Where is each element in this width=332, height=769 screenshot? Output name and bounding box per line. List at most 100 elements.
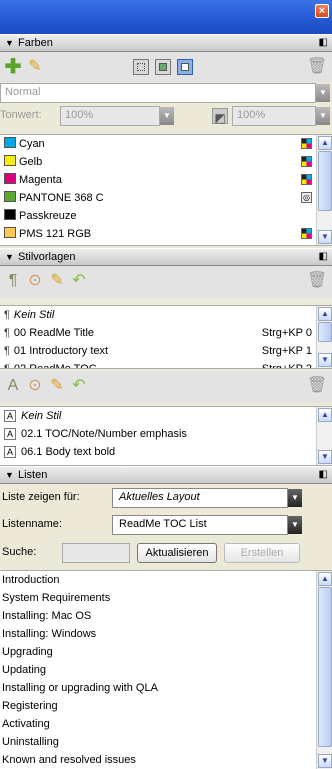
scroll-up-icon[interactable]: ▲ — [318, 136, 332, 150]
list-item[interactable]: Introduction — [0, 571, 332, 589]
paragraph-style-row[interactable]: ¶ 01 Introductory text Strg+KP 1 — [0, 342, 332, 360]
panel-menu-icon[interactable]: ◧ — [319, 37, 328, 48]
color-swatch-list: Cyan Gelb Magenta PANTONE 368 C ◎ Passkreuze P… — [0, 134, 332, 246]
edit-style-icon[interactable]: ✎ — [48, 377, 66, 395]
list-item[interactable]: Installing or upgrading with QLA — [0, 679, 332, 697]
character-style-row[interactable]: A Kein Stil — [0, 407, 332, 425]
paragraph-style-row[interactable]: ¶ 02 ReadMe TOC Strg+KP 2 — [0, 360, 332, 369]
listen-panel-header[interactable]: ▼ Listen ◧ — [0, 466, 332, 484]
character-styles-toolbar: A ⊙ ✎ ↶ 🗑 — [0, 371, 332, 403]
close-button[interactable]: × — [315, 4, 329, 18]
show-for-dropdown-button[interactable]: ▼ — [288, 489, 302, 507]
style-name: 02.1 TOC/Note/Number emphasis — [21, 428, 187, 440]
color-list-scrollbar[interactable]: ▲ ▼ — [316, 135, 332, 245]
scroll-thumb[interactable] — [318, 587, 332, 747]
gradient-icon[interactable]: ◩ — [212, 108, 228, 125]
scroll-thumb[interactable] — [318, 322, 332, 342]
search-input[interactable] — [62, 543, 130, 563]
apply-style-icon[interactable]: ↶ — [70, 272, 88, 290]
color-chip — [4, 191, 16, 202]
character-style-icon: A — [4, 446, 16, 458]
frame-mode-icon[interactable] — [133, 59, 149, 75]
paragraph-icon: ¶ — [4, 309, 10, 321]
scroll-down-icon[interactable]: ▼ — [318, 353, 332, 367]
list-item[interactable]: Registering — [0, 697, 332, 715]
paragraph-style-row[interactable]: ¶ Kein Stil — [0, 306, 332, 324]
edit-style-icon[interactable]: ✎ — [48, 272, 66, 290]
trash-icon[interactable]: 🗑 — [307, 58, 327, 76]
farben-panel-header[interactable]: ▼ Farben ◧ — [0, 34, 332, 52]
list-item[interactable]: Updating — [0, 661, 332, 679]
collapse-arrow-icon[interactable]: ▼ — [5, 38, 14, 48]
duplicate-style-icon[interactable]: ⊙ — [26, 377, 44, 395]
swatch-name: Gelb — [19, 156, 43, 168]
swatch-row[interactable]: PANTONE 368 C ◎ — [0, 189, 332, 207]
character-styles-list: A Kein Stil A 02.1 TOC/Note/Number emphasis… — [0, 406, 332, 466]
swatch-name: Cyan — [19, 138, 45, 150]
swatch-row[interactable]: Passkreuze — [0, 207, 332, 225]
normal-dropdown-button[interactable]: ▼ — [316, 84, 330, 102]
list-item[interactable]: Upgrading — [0, 643, 332, 661]
new-character-style-icon[interactable]: A — [4, 377, 22, 395]
trash-icon[interactable]: 🗑 — [307, 377, 327, 395]
normal-field[interactable]: Normal — [0, 83, 316, 103]
scroll-up-icon[interactable]: ▲ — [318, 408, 332, 422]
character-style-icon: A — [4, 428, 16, 440]
character-style-row[interactable]: A 06.1 Body text bold — [0, 443, 332, 461]
list-item[interactable]: Installing: Mac OS — [0, 607, 332, 625]
panel-menu-icon[interactable]: ◧ — [319, 251, 328, 262]
list-item[interactable]: Activating — [0, 715, 332, 733]
text-mode-icon[interactable] — [177, 59, 193, 75]
scroll-down-icon[interactable]: ▼ — [318, 230, 332, 244]
cmyk-icon — [301, 138, 312, 149]
tonwert-dropdown-button[interactable]: ▼ — [160, 107, 174, 125]
scroll-thumb[interactable] — [318, 151, 332, 211]
character-style-row[interactable]: A 02.1 TOC/Note/Number emphasis — [0, 425, 332, 443]
character-list-scrollbar[interactable]: ▲ ▼ — [316, 407, 332, 465]
second-value-dropdown-button[interactable]: ▼ — [316, 107, 330, 125]
list-name-dropdown-button[interactable]: ▼ — [288, 516, 302, 534]
swatch-name: Passkreuze — [19, 210, 77, 222]
toc-list-scrollbar[interactable]: ▲ ▼ — [316, 571, 332, 769]
scroll-up-icon[interactable]: ▲ — [318, 307, 332, 321]
apply-style-icon[interactable]: ↶ — [70, 377, 88, 395]
trash-icon[interactable]: 🗑 — [307, 272, 327, 290]
update-button[interactable]: Aktualisieren — [137, 543, 217, 563]
paragraph-style-row[interactable]: ¶ 00 ReadMe Title Strg+KP 0 — [0, 324, 332, 342]
cmyk-icon — [301, 156, 312, 167]
new-color-icon[interactable]: ✚ — [4, 57, 22, 77]
palette-titlebar: × — [0, 0, 332, 34]
spot-color-icon: ◎ — [301, 192, 312, 203]
scroll-down-icon[interactable]: ▼ — [318, 754, 332, 768]
content-mode-icon[interactable] — [155, 59, 171, 75]
panel-menu-icon[interactable]: ◧ — [319, 469, 328, 480]
scroll-up-icon[interactable]: ▲ — [318, 572, 332, 586]
swatch-row[interactable]: PMS 121 RGB — [0, 225, 332, 242]
stilvorlagen-panel-header[interactable]: ▼ Stilvorlagen ◧ — [0, 248, 332, 266]
list-item[interactable]: Uninstalling — [0, 733, 332, 751]
create-button[interactable]: Erstellen — [224, 543, 300, 563]
list-item[interactable]: System Requirements — [0, 589, 332, 607]
new-paragraph-style-icon[interactable]: ¶ — [4, 272, 22, 290]
shortcut: Strg+KP 0 — [261, 327, 312, 339]
tonwert-field[interactable]: 100% — [60, 106, 160, 126]
list-name-select[interactable]: ReadMe TOC List — [112, 515, 288, 535]
swatch-name: Magenta — [19, 174, 62, 186]
duplicate-style-icon[interactable]: ⊙ — [26, 272, 44, 290]
color-chip — [4, 227, 16, 238]
show-for-select[interactable]: Aktuelles Layout — [112, 488, 288, 508]
collapse-arrow-icon[interactable]: ▼ — [5, 470, 14, 480]
paragraph-icon: ¶ — [4, 363, 10, 369]
scroll-down-icon[interactable]: ▼ — [318, 450, 332, 464]
list-item[interactable]: Installing: Windows — [0, 625, 332, 643]
paragraph-list-scrollbar[interactable]: ▲ ▼ — [316, 306, 332, 368]
collapse-arrow-icon[interactable]: ▼ — [5, 252, 14, 262]
swatch-row[interactable]: Gelb — [0, 153, 332, 171]
style-name: 02 ReadMe TOC — [13, 363, 97, 369]
list-item[interactable]: Known and resolved issues — [0, 751, 332, 769]
edit-pencil-icon[interactable]: ✎ — [26, 58, 44, 76]
stilvorlagen-title: Stilvorlagen — [18, 251, 76, 263]
swatch-row[interactable]: Cyan — [0, 135, 332, 153]
swatch-row[interactable]: Magenta — [0, 171, 332, 189]
second-value-field[interactable]: 100% — [232, 106, 316, 126]
